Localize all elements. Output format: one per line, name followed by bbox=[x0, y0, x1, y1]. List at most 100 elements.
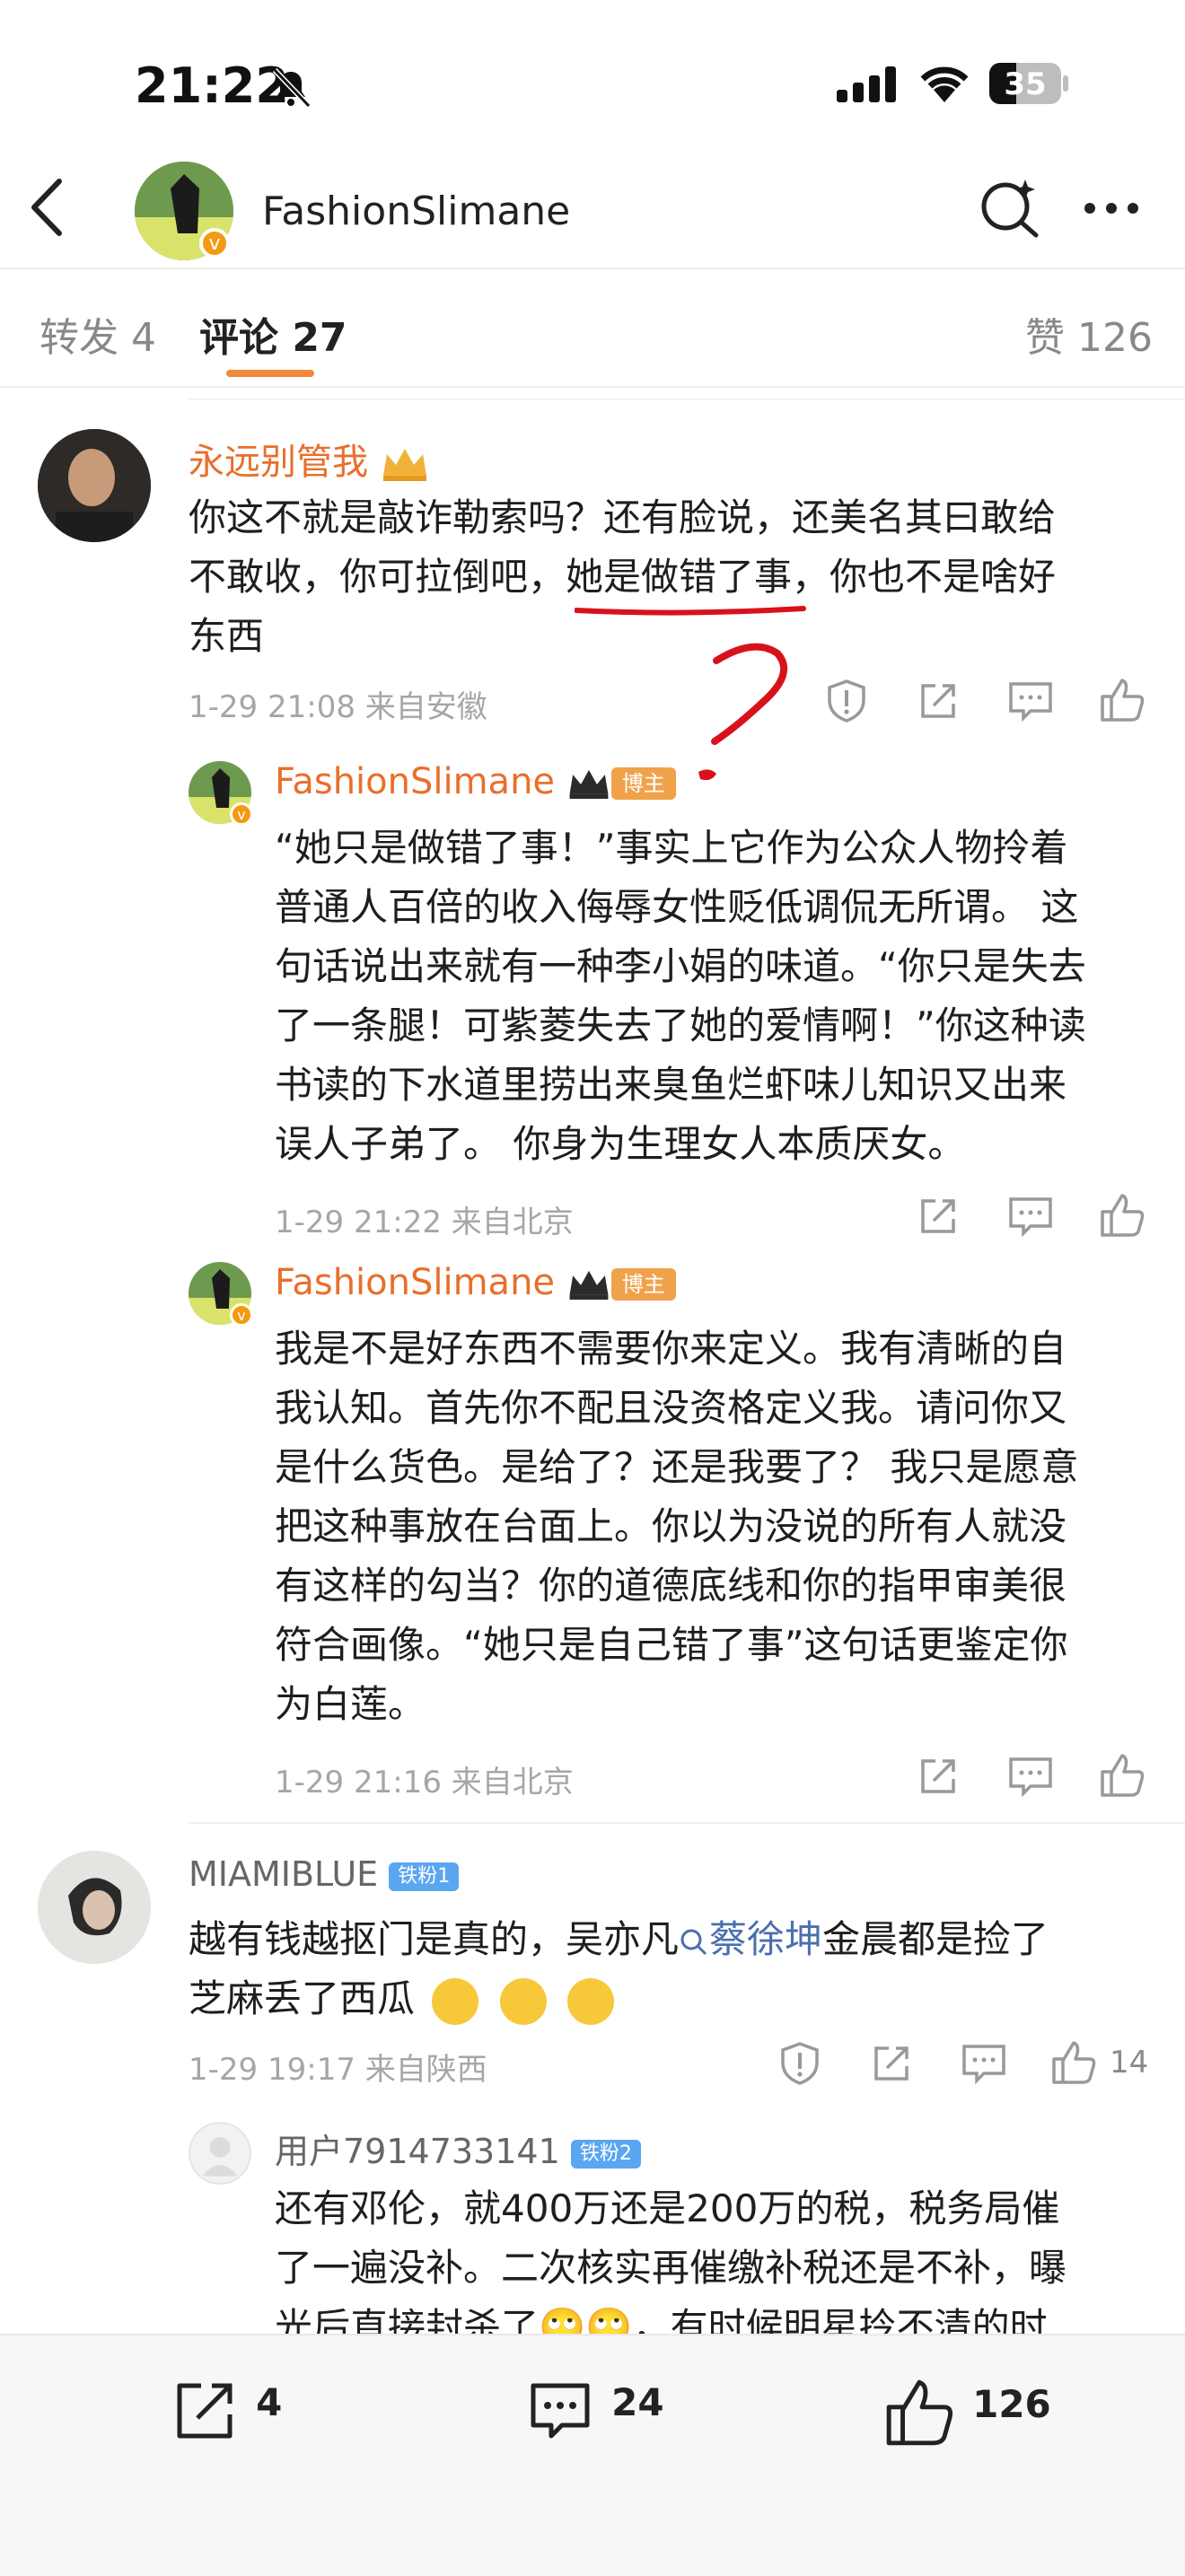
verified-badge-icon: v bbox=[230, 802, 253, 826]
reply-text: 我是不是好东西不需要你来定义。我有清晰的自 我认知。首先你不配且没资格定义我。请… bbox=[275, 1319, 1181, 1734]
topic-link[interactable]: 蔡徐坤 bbox=[679, 1917, 822, 1961]
mute-bell-icon bbox=[272, 67, 312, 109]
repost-button[interactable]: 4 bbox=[171, 2377, 282, 2445]
author-badge: 博主 bbox=[610, 1268, 676, 1301]
repost-icon bbox=[177, 2383, 233, 2439]
reply-line: 光后直接封杀了🙄🙄，有时候明星拎不清的时 bbox=[275, 2305, 1048, 2334]
share-icon[interactable] bbox=[916, 1194, 961, 1239]
battery-indicator: 35 bbox=[989, 63, 1070, 104]
commenter-avatar[interactable] bbox=[38, 429, 151, 542]
author-badge: 博主 bbox=[610, 767, 676, 800]
comment-bubble-icon bbox=[531, 2383, 590, 2439]
reply-line: 句话说出来就有一种李小娟的味道。“你只是失去 bbox=[275, 944, 1086, 988]
like-thumb-icon[interactable] bbox=[1099, 677, 1146, 723]
comment-text-part: 金晨都是捡了 bbox=[822, 1917, 1049, 1961]
like-thumb-icon bbox=[886, 2379, 953, 2446]
search-sparkle-icon[interactable] bbox=[979, 176, 1041, 239]
comment-button[interactable]: 24 bbox=[526, 2377, 664, 2445]
reply-line: 了一条腿！可紫菱失去了她的爱情啊！”你这种读 bbox=[275, 1003, 1086, 1047]
reply-author-name[interactable]: FashionSlimane 博主 bbox=[275, 761, 676, 802]
commenter-name-text[interactable]: MIAMIBLUE bbox=[189, 1854, 378, 1894]
reply-line: 有这样的勾当？你的道德底线和你的指甲审美很 bbox=[275, 1564, 1067, 1608]
reply-line: 书读的下水道里捞出来臭鱼烂虾味儿知识又出来 bbox=[275, 1063, 1067, 1107]
reply-line: 还有邓伦，就400万还是200万的税，税务局催 bbox=[275, 2186, 1060, 2230]
reply-avatar[interactable] bbox=[189, 2122, 251, 2185]
reply-author-text[interactable]: FashionSlimane bbox=[275, 761, 555, 802]
fan-badge: 铁粉1 bbox=[389, 1862, 460, 1891]
like-thumb-icon[interactable] bbox=[1099, 1752, 1146, 1799]
reply-meta: 1-29 21:16 来自北京 bbox=[275, 1765, 574, 1801]
verified-badge-icon: v bbox=[230, 1303, 253, 1327]
reply-line: “她只是做错了事！”事实上它作为公众人物拎着 bbox=[275, 826, 1068, 870]
reply-line: 把这种事放在台面上。你以为没说的所有人就没 bbox=[275, 1504, 1067, 1548]
comment-line: 芝麻丢了西瓜 bbox=[189, 1969, 1167, 2028]
reply-line: 为白莲。 bbox=[275, 1682, 426, 1726]
like-thumb-icon[interactable] bbox=[1050, 2039, 1097, 2086]
commenter-name[interactable]: 永远别管我 bbox=[189, 433, 430, 485]
reply-author-name[interactable]: FashionSlimane 博主 bbox=[275, 1262, 676, 1303]
tabs-divider bbox=[0, 386, 1185, 388]
like-thumb-icon[interactable] bbox=[1099, 1192, 1146, 1239]
wifi-icon bbox=[920, 66, 969, 102]
commenter-avatar[interactable] bbox=[38, 1851, 151, 1964]
like-count: 126 bbox=[972, 2381, 1051, 2426]
topic-link-text[interactable]: 蔡徐坤 bbox=[709, 1917, 822, 1961]
active-tab-indicator bbox=[226, 370, 314, 377]
reply-line: 我是不是好东西不需要你来定义。我有清晰的自 bbox=[275, 1327, 1067, 1371]
like-count: 14 bbox=[1110, 2045, 1149, 2081]
reply-bubble-icon[interactable] bbox=[961, 2041, 1007, 2086]
comment-line: 你这不就是敲诈勒索吗？还有脸说，还美名其曰敢给 bbox=[189, 495, 1057, 539]
nav-title[interactable]: FashionSlimane bbox=[262, 188, 570, 234]
report-shield-icon[interactable] bbox=[824, 679, 869, 723]
share-icon[interactable] bbox=[869, 2041, 914, 2086]
comment-text-part: 越有钱越抠门是真的，吴亦凡 bbox=[189, 1917, 680, 1961]
tab-comments[interactable]: 评论 27 bbox=[199, 305, 347, 363]
crown-icon bbox=[569, 769, 609, 799]
cellular-signal-icon bbox=[837, 66, 896, 102]
more-options-icon[interactable] bbox=[1083, 201, 1140, 215]
comment-text-part: 芝麻丢了西瓜 bbox=[189, 1976, 416, 2020]
report-shield-icon[interactable] bbox=[777, 2041, 822, 2086]
tab-reposts[interactable]: 转发 4 bbox=[40, 305, 156, 363]
reply-author-text[interactable]: FashionSlimane bbox=[275, 1262, 555, 1303]
reply-bubble-icon[interactable] bbox=[1007, 1754, 1054, 1799]
crying-laugh-emoji-icon bbox=[567, 1977, 615, 2025]
comment-count: 24 bbox=[611, 2379, 664, 2424]
crown-icon bbox=[569, 1270, 609, 1300]
crown-icon bbox=[382, 449, 426, 481]
section-divider bbox=[189, 399, 1185, 400]
reply-bubble-icon[interactable] bbox=[1007, 1194, 1054, 1239]
repost-count: 4 bbox=[256, 2379, 283, 2424]
commenter-name[interactable]: MIAMIBLUE 铁粉1 bbox=[189, 1854, 460, 1894]
search-icon bbox=[680, 1929, 707, 1955]
reply-author-name[interactable]: 用户7914733141 铁粉2 bbox=[275, 2124, 641, 2173]
comment-meta: 1-29 21:08 来自安徽 bbox=[189, 689, 487, 725]
battery-level: 35 bbox=[1004, 66, 1047, 102]
reply-text: 还有邓伦，就400万还是200万的税，税务局催 了一遍没补。二次核实再催缴补税还… bbox=[275, 2179, 1172, 2334]
reply-meta: 1-29 21:22 来自北京 bbox=[275, 1205, 574, 1240]
reply-text: “她只是做错了事！”事实上它作为公众人物拎着 普通人百倍的收入侮辱女性贬低调侃无… bbox=[275, 819, 1172, 1174]
like-button[interactable]: 126 bbox=[883, 2377, 1051, 2449]
reply-line: 普通人百倍的收入侮辱女性贬低调侃无所谓。 这 bbox=[275, 885, 1079, 929]
reply-line: 误人子弟了。 你身为生理女人本质厌女。 bbox=[275, 1122, 966, 1166]
crying-laugh-emoji-icon bbox=[432, 1977, 479, 2025]
comment-meta: 1-29 19:17 来自陕西 bbox=[189, 2052, 487, 2088]
share-icon[interactable] bbox=[916, 679, 961, 723]
nav-divider bbox=[0, 267, 1185, 269]
comment-line: 越有钱越抠门是真的，吴亦凡 蔡徐坤金晨都是捡了 bbox=[189, 1910, 1167, 1969]
reply-author-text[interactable]: 用户7914733141 bbox=[275, 2132, 560, 2171]
share-icon[interactable] bbox=[916, 1754, 961, 1799]
comment-divider bbox=[189, 1822, 1185, 1824]
comment-text: 越有钱越抠门是真的，吴亦凡 蔡徐坤金晨都是捡了 芝麻丢了西瓜 bbox=[189, 1910, 1167, 2028]
reply-bubble-icon[interactable] bbox=[1007, 679, 1054, 723]
reply-line: 我认知。首先你不配且没资格定义我。请问你又 bbox=[275, 1386, 1067, 1430]
commenter-name-text[interactable]: 永远别管我 bbox=[189, 442, 368, 483]
tab-likes[interactable]: 赞 126 bbox=[1025, 305, 1153, 363]
bottom-action-bar: 4 24 126 bbox=[0, 2334, 1185, 2576]
reply-line: 是什么货色。是给了？还是我要了？ 我只是愿意 bbox=[275, 1445, 1079, 1489]
verified-badge-icon: v bbox=[199, 228, 230, 258]
reply-line: 符合画像。“她只是自己错了事”这句话更鉴定你 bbox=[275, 1623, 1068, 1667]
back-chevron-icon[interactable] bbox=[27, 176, 66, 239]
fan-badge: 铁粉2 bbox=[570, 2139, 641, 2169]
comment-line: 不敢收，你可拉倒吧，她是做错了事，你也不是啥好 bbox=[189, 555, 1057, 599]
